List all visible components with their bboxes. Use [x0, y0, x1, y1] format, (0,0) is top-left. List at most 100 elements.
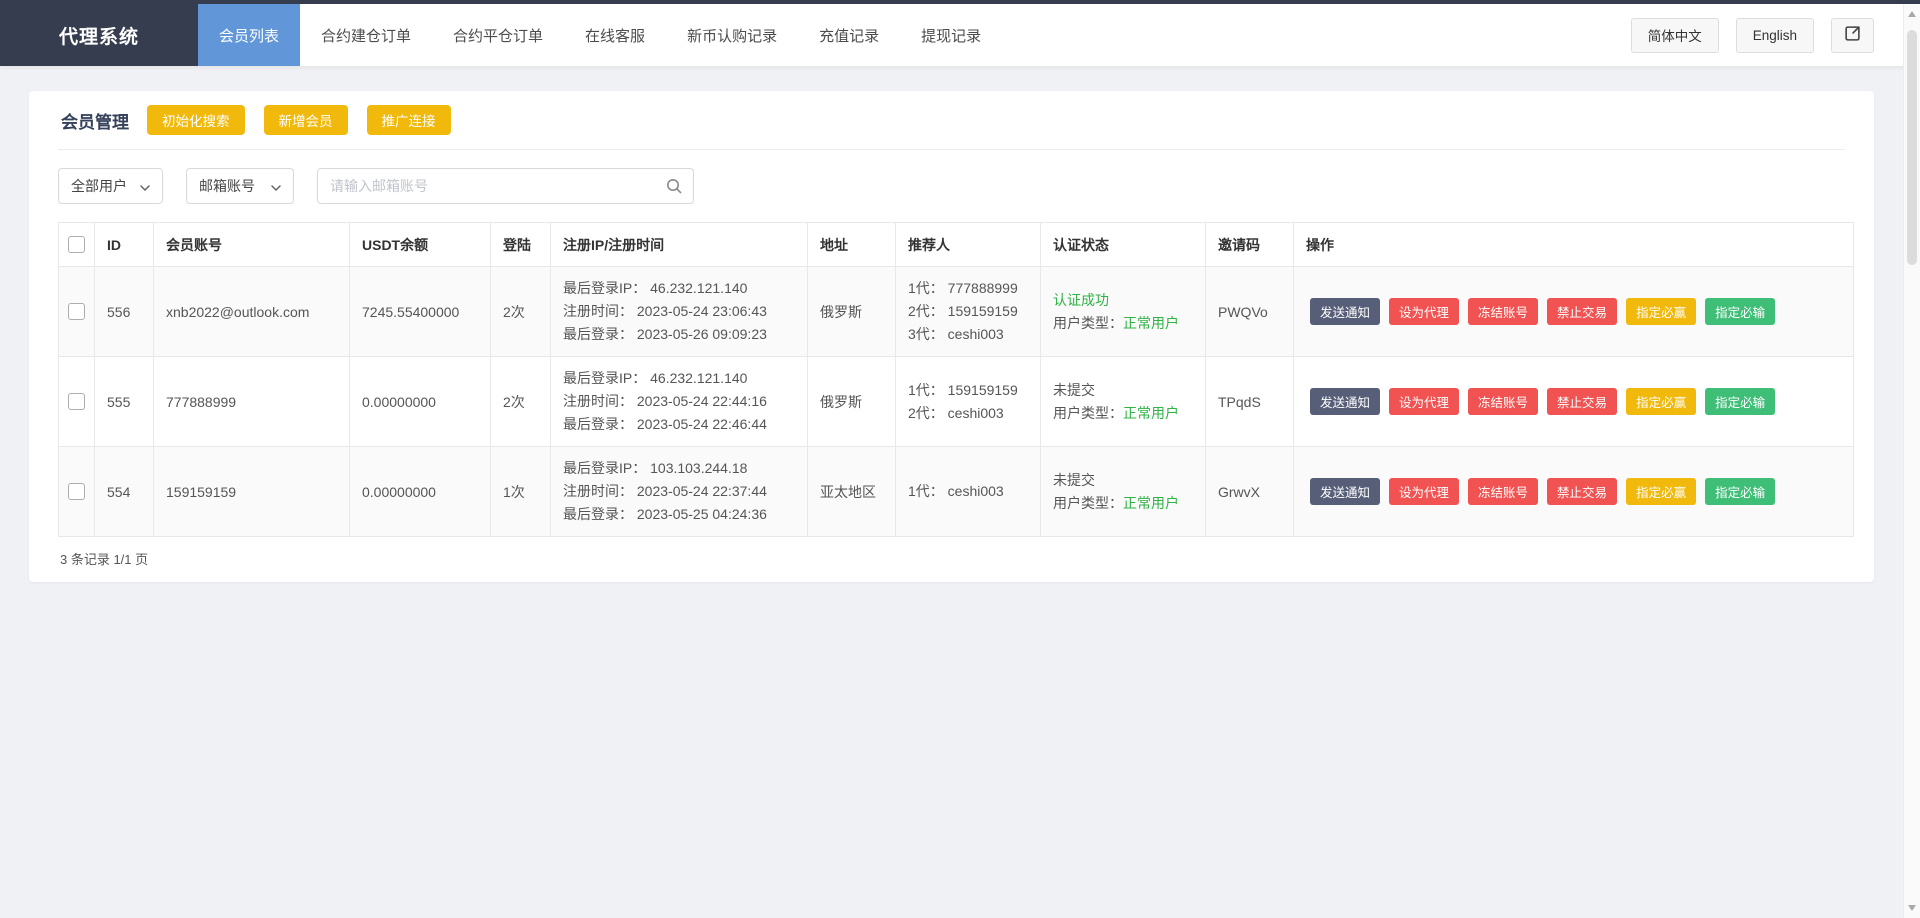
- row-action-freeze-account[interactable]: 冻结账号: [1468, 298, 1538, 325]
- ip-time-cell: 最后登录IP： 46.232.121.140注册时间： 2023-05-24 2…: [551, 267, 808, 357]
- row-action-set-agent[interactable]: 设为代理: [1389, 388, 1459, 415]
- user-type-label: 用户类型：: [1053, 405, 1123, 421]
- scrollbar-thumb[interactable]: [1907, 30, 1917, 265]
- user-type-line: 用户类型：正常用户: [1053, 312, 1205, 335]
- scrollbar-down-icon[interactable]: [1908, 905, 1916, 911]
- nav-item-合约平仓订单[interactable]: 合约平仓订单: [432, 4, 564, 66]
- nav-right: 简体中文 English: [1631, 4, 1920, 66]
- row-action-ban-trade[interactable]: 禁止交易: [1547, 388, 1617, 415]
- ip-line: 最后登录IP： 46.232.121.140: [563, 277, 807, 300]
- row-action-ban-trade[interactable]: 禁止交易: [1547, 478, 1617, 505]
- referrer-line: 2代： 159159159: [908, 300, 1040, 323]
- logout-button[interactable]: [1831, 18, 1874, 53]
- search-input[interactable]: [317, 168, 694, 204]
- table-row: 554 159159159 0.00000000 1次 最后登录IP： 103.…: [59, 447, 1854, 537]
- nav-item-合约建仓订单[interactable]: 合约建仓订单: [300, 4, 432, 66]
- user-type-value: 正常用户: [1123, 405, 1179, 421]
- search-field-select[interactable]: 邮箱账号: [186, 168, 294, 204]
- user-type-value: 正常用户: [1123, 495, 1179, 511]
- user-type-select[interactable]: 全部用户: [58, 168, 163, 204]
- column-header: 会员账号: [154, 223, 350, 267]
- row-action-ban-trade[interactable]: 禁止交易: [1547, 298, 1617, 325]
- member-logins: 1次: [491, 447, 551, 537]
- nav-item-新币认购记录[interactable]: 新币认购记录: [666, 4, 798, 66]
- logout-icon: [1844, 25, 1861, 45]
- column-header: ID: [95, 223, 154, 267]
- filter-row: 全部用户 邮箱账号: [58, 168, 1845, 204]
- row-action-force-win[interactable]: 指定必赢: [1626, 298, 1696, 325]
- member-balance: 0.00000000: [350, 357, 491, 447]
- promo-link-button[interactable]: 推广连接: [367, 105, 451, 135]
- row-action-force-lose[interactable]: 指定必输: [1705, 298, 1775, 325]
- search-wrap: [317, 168, 694, 204]
- nav-item-充值记录[interactable]: 充值记录: [798, 4, 900, 66]
- row-action-set-agent[interactable]: 设为代理: [1389, 298, 1459, 325]
- init-search-button[interactable]: 初始化搜索: [147, 105, 245, 135]
- member-logins: 2次: [491, 267, 551, 357]
- nav-item-提现记录[interactable]: 提现记录: [900, 4, 1002, 66]
- invite-code: GrwvX: [1206, 447, 1294, 537]
- member-address: 亚太地区: [808, 447, 896, 537]
- invite-code: TPqdS: [1206, 357, 1294, 447]
- member-address: 俄罗斯: [808, 267, 896, 357]
- row-action-force-win[interactable]: 指定必赢: [1626, 388, 1696, 415]
- ip-line: 最后登录IP： 46.232.121.140: [563, 367, 807, 390]
- lang-en-button[interactable]: English: [1736, 18, 1814, 53]
- nav-item-会员列表[interactable]: 会员列表: [198, 4, 300, 66]
- title-actions: 初始化搜索新增会员推广连接: [147, 105, 451, 135]
- add-member-button[interactable]: 新增会员: [264, 105, 348, 135]
- row-action-send-notice[interactable]: 发送通知: [1310, 478, 1380, 505]
- lang-zh-button[interactable]: 简体中文: [1631, 18, 1719, 53]
- row-actions: 发送通知设为代理冻结账号禁止交易指定必赢指定必输: [1294, 447, 1854, 537]
- user-type-line: 用户类型：正常用户: [1053, 492, 1205, 515]
- ip-line: 最后登录： 2023-05-26 09:09:23: [563, 323, 807, 346]
- row-action-force-lose[interactable]: 指定必输: [1705, 388, 1775, 415]
- chevron-down-icon: [271, 178, 281, 194]
- member-account: xnb2022@outlook.com: [154, 267, 350, 357]
- ip-line: 最后登录IP： 103.103.244.18: [563, 457, 807, 480]
- member-balance: 0.00000000: [350, 447, 491, 537]
- auth-status-cell: 未提交 用户类型：正常用户: [1041, 447, 1206, 537]
- row-action-set-agent[interactable]: 设为代理: [1389, 478, 1459, 505]
- auth-status-cell: 认证成功 用户类型：正常用户: [1041, 267, 1206, 357]
- member-address: 俄罗斯: [808, 357, 896, 447]
- column-header: 邀请码: [1206, 223, 1294, 267]
- row-checkbox[interactable]: [68, 483, 85, 500]
- referrer-line: 1代： 159159159: [908, 379, 1040, 402]
- nav-item-在线客服[interactable]: 在线客服: [564, 4, 666, 66]
- user-type-select-value: 全部用户: [71, 176, 127, 196]
- select-all-checkbox[interactable]: [68, 236, 85, 253]
- scrollbar[interactable]: [1903, 4, 1920, 918]
- row-action-freeze-account[interactable]: 冻结账号: [1468, 388, 1538, 415]
- user-type-line: 用户类型：正常用户: [1053, 402, 1205, 425]
- row-action-freeze-account[interactable]: 冻结账号: [1468, 478, 1538, 505]
- row-checkbox[interactable]: [68, 393, 85, 410]
- row-action-force-lose[interactable]: 指定必输: [1705, 478, 1775, 505]
- table-row: 555 777888999 0.00000000 2次 最后登录IP： 46.2…: [59, 357, 1854, 447]
- search-icon[interactable]: [665, 177, 683, 200]
- member-balance: 7245.55400000: [350, 267, 491, 357]
- member-management-card: 会员管理 初始化搜索新增会员推广连接 全部用户 邮箱账号: [29, 91, 1874, 582]
- auth-status: 认证成功: [1053, 289, 1205, 312]
- member-id: 556: [95, 267, 154, 357]
- user-type-value: 正常用户: [1123, 315, 1179, 331]
- scrollbar-up-icon[interactable]: [1908, 11, 1916, 17]
- row-actions: 发送通知设为代理冻结账号禁止交易指定必赢指定必输: [1294, 357, 1854, 447]
- ip-line: 最后登录： 2023-05-24 22:46:44: [563, 413, 807, 436]
- member-table: ID会员账号USDT余额登陆注册IP/注册时间地址推荐人认证状态邀请码操作 55…: [58, 222, 1854, 537]
- row-action-send-notice[interactable]: 发送通知: [1310, 388, 1380, 415]
- row-action-force-win[interactable]: 指定必赢: [1626, 478, 1696, 505]
- column-header: 推荐人: [896, 223, 1041, 267]
- page-content: 会员管理 初始化搜索新增会员推广连接 全部用户 邮箱账号: [0, 67, 1920, 582]
- row-action-send-notice[interactable]: 发送通知: [1310, 298, 1380, 325]
- user-type-label: 用户类型：: [1053, 495, 1123, 511]
- chevron-down-icon: [140, 178, 150, 194]
- app-brand[interactable]: 代理系统: [0, 4, 198, 66]
- table-row: 556 xnb2022@outlook.com 7245.55400000 2次…: [59, 267, 1854, 357]
- ip-time-cell: 最后登录IP： 46.232.121.140注册时间： 2023-05-24 2…: [551, 357, 808, 447]
- referrer-line: 3代： ceshi003: [908, 323, 1040, 346]
- ip-line: 最后登录： 2023-05-25 04:24:36: [563, 503, 807, 526]
- referrer-cell: 1代： ceshi003: [896, 447, 1041, 537]
- top-navbar: 代理系统 会员列表合约建仓订单合约平仓订单在线客服新币认购记录充值记录提现记录 …: [0, 4, 1920, 67]
- row-checkbox[interactable]: [68, 303, 85, 320]
